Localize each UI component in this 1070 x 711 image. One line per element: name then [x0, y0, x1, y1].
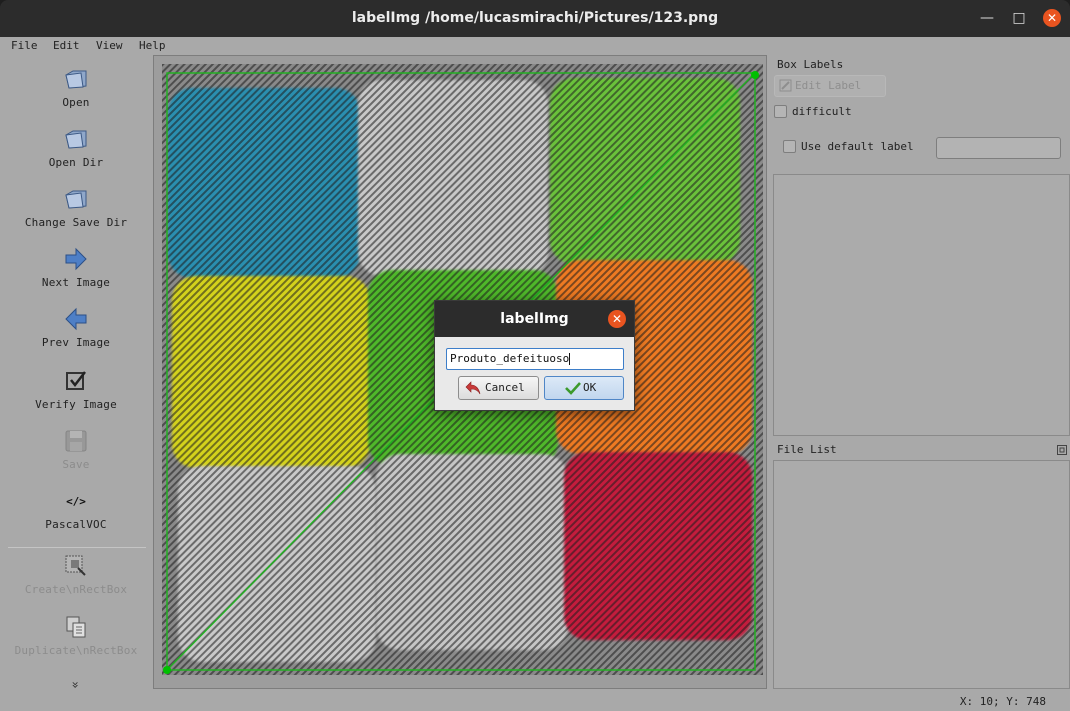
duplicate-rectbox-button[interactable]: Duplicate\nRectBox — [0, 614, 152, 657]
minimize-button[interactable]: — — [978, 9, 996, 27]
arrow-left-icon — [65, 307, 87, 331]
maximize-button[interactable]: □ — [1010, 9, 1028, 27]
undo-arrow-icon — [465, 381, 481, 395]
folder-open-icon — [65, 190, 87, 209]
open-dir-button[interactable]: Open Dir — [0, 126, 152, 169]
toolbar-extension-button[interactable]: » — [0, 674, 152, 692]
cancel-button[interactable]: Cancel — [458, 376, 539, 400]
verify-image-button[interactable]: Verify Image — [0, 368, 152, 411]
folder-open-icon — [65, 70, 87, 89]
menubar: File Edit View Help — [0, 37, 1070, 54]
dialog-close-button[interactable]: ✕ — [608, 310, 626, 328]
pencil-icon — [779, 79, 792, 92]
checkbox-checked-icon — [66, 371, 86, 390]
menu-file[interactable]: File — [11, 39, 38, 52]
create-rect-icon — [65, 555, 86, 576]
vertex-handle-bottom-left[interactable] — [163, 666, 171, 674]
format-pascalvoc-button[interactable]: </> PascalVOC — [0, 488, 152, 531]
save-label: Save — [62, 458, 90, 471]
toolbar-separator — [8, 547, 146, 548]
use-default-label-checkbox[interactable] — [783, 140, 796, 153]
next-image-button[interactable]: Next Image — [0, 246, 152, 289]
cancel-label: Cancel — [485, 381, 525, 394]
verify-image-label: Verify Image — [35, 398, 117, 411]
float-dock-icon[interactable] — [1057, 445, 1067, 455]
create-rectbox-label: Create\nRectBox — [24, 583, 128, 596]
arrow-right-icon — [65, 247, 87, 271]
ok-button[interactable]: OK — [544, 376, 624, 400]
vertex-handle-top-right[interactable] — [751, 71, 759, 79]
default-label-input[interactable] — [936, 137, 1061, 159]
ok-label: OK — [583, 381, 597, 394]
label-input-value: Produto_defeituoso — [450, 352, 570, 365]
dialog-title: labelImg — [500, 311, 569, 327]
open-button[interactable]: Open — [0, 66, 152, 109]
label-list[interactable] — [773, 174, 1070, 436]
open-label: Open — [62, 96, 90, 109]
close-window-button[interactable]: ✕ — [1043, 9, 1061, 27]
difficult-checkbox[interactable] — [774, 105, 787, 118]
window-title: labelImg /home/lucasmirachi/Pictures/123… — [351, 10, 719, 26]
folder-open-icon — [65, 130, 87, 149]
file-list[interactable] — [773, 460, 1070, 689]
toolbar: Open Open Dir Change Save Dir Next Image… — [0, 54, 152, 694]
save-button[interactable]: Save — [0, 428, 152, 471]
menu-edit[interactable]: Edit — [53, 39, 80, 52]
format-label: PascalVOC — [45, 518, 107, 531]
dialog-titlebar: labelImg ✕ — [435, 301, 634, 337]
checkmark-icon — [565, 382, 581, 395]
edit-label-text: Edit Label — [795, 79, 862, 92]
change-save-dir-button[interactable]: Change Save Dir — [0, 186, 152, 229]
duplicate-rectbox-label: Duplicate\nRectBox — [14, 644, 138, 657]
text-caret — [569, 353, 571, 365]
statusbar: X: 10; Y: 748 — [0, 694, 1070, 711]
cursor-coordinates: X: 10; Y: 748 — [959, 695, 1046, 708]
prev-image-button[interactable]: Prev Image — [0, 306, 152, 349]
next-image-label: Next Image — [41, 276, 111, 289]
chevron-down-icon: » — [69, 681, 83, 689]
svg-text:</>: </> — [66, 495, 86, 508]
box-labels-title: Box Labels — [777, 58, 844, 71]
change-save-dir-label: Change Save Dir — [24, 216, 128, 229]
use-default-label-text: Use default label — [801, 140, 914, 153]
label-input[interactable]: Produto_defeituoso — [446, 348, 624, 370]
open-dir-label: Open Dir — [48, 156, 104, 169]
right-dock: Box Labels Edit Label difficult Use defa… — [767, 54, 1070, 694]
create-rectbox-button[interactable]: Create\nRectBox — [0, 553, 152, 596]
difficult-label: difficult — [792, 105, 852, 118]
menu-help[interactable]: Help — [139, 39, 166, 52]
window-titlebar: labelImg /home/lucasmirachi/Pictures/123… — [0, 0, 1070, 37]
floppy-disk-icon — [65, 430, 87, 452]
file-list-title: File List — [777, 443, 837, 456]
menu-view[interactable]: View — [96, 39, 123, 52]
label-dialog: labelImg ✕ Produto_defeituoso Cancel OK — [434, 300, 635, 411]
code-icon: </> — [66, 495, 86, 508]
prev-image-label: Prev Image — [41, 336, 111, 349]
edit-label-button[interactable]: Edit Label — [774, 75, 886, 97]
duplicate-icon — [66, 616, 86, 638]
